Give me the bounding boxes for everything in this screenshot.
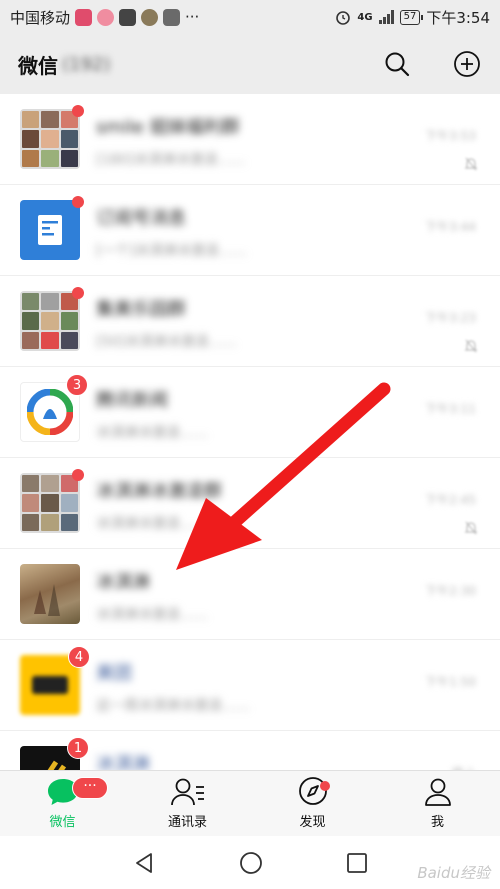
home-icon[interactable]	[239, 851, 263, 875]
chat-preview: 这一周冰淇淋冰激凌……	[96, 698, 250, 714]
header: 微信 (192)	[0, 34, 500, 94]
chat-preview: [180]冰淇淋冰激凌……	[96, 152, 246, 168]
tab-label: 通讯录	[167, 815, 207, 830]
chat-preview: 冰淇淋冰激凌……	[96, 425, 208, 441]
alarm-icon	[336, 11, 351, 25]
watermark: Baidu经验	[417, 864, 490, 882]
document-icon	[38, 215, 62, 245]
status-bar: 中国移动 ··· 4G 57 下午3:54	[0, 0, 500, 34]
discover-dot	[320, 781, 330, 791]
chat-list: smile 姐妹福利群 [180]冰淇淋冰激凌…… 下午3:53 订阅号消息 […	[0, 94, 500, 770]
chat-preview: 冰淇淋冰激凌……	[96, 516, 208, 532]
chat-time: 下午3:23	[425, 311, 476, 325]
chat-item[interactable]: 3 腾讯新闻 冰淇淋冰激凌…… 下午3:11	[0, 367, 500, 458]
tab-label: 发现	[299, 815, 326, 830]
page-subtitle: (192)	[62, 53, 111, 75]
tab-label: 微信	[49, 815, 76, 830]
search-button[interactable]	[382, 49, 412, 79]
recents-icon[interactable]	[346, 852, 368, 874]
search-icon	[385, 52, 410, 77]
unread-dot	[72, 469, 84, 481]
tab-label: 我	[430, 815, 444, 830]
add-button[interactable]	[452, 49, 482, 79]
news-avatar: 3	[20, 374, 88, 442]
mute-bell-icon	[464, 521, 478, 535]
chat-time: 下午3:11	[425, 402, 476, 416]
contact-avatar	[20, 564, 80, 624]
chat-time: 下午2:45	[425, 493, 476, 507]
chat-item[interactable]: 集美乐园群 [50]冰淇淋冰激凌…… 下午3:23	[0, 276, 500, 367]
chat-item[interactable]: 1 冰淇淋 晚上	[0, 731, 500, 770]
unread-dot	[72, 287, 84, 299]
chat-item[interactable]: 订阅号消息 [一个]冰淇淋冰激凌…… 下午3:44	[0, 185, 500, 276]
chat-preview: [50]冰淇淋冰激凌……	[96, 334, 237, 350]
chat-item[interactable]: 4 美团 这一周冰淇淋冰激凌…… 下午1:50	[0, 640, 500, 731]
back-icon[interactable]	[132, 851, 156, 875]
chat-time: 下午2:30	[425, 584, 476, 598]
mute-bell-icon	[464, 157, 478, 171]
app-notification-icon	[163, 8, 181, 26]
photo-scene-icon	[34, 584, 60, 616]
tab-chats[interactable]: ··· 微信	[0, 771, 125, 836]
group-avatar	[20, 287, 84, 351]
chat-item[interactable]: 冰淇淋 冰淇淋冰激凌…… 下午2:30	[0, 549, 500, 640]
group-avatar	[20, 469, 84, 533]
battery-icon: 57	[399, 9, 424, 25]
tab-discover[interactable]: 发现	[250, 771, 375, 836]
unread-count-badge: 3	[66, 374, 88, 396]
app-notification-icon	[75, 8, 93, 26]
system-nav-bar: Baidu经验	[0, 836, 500, 889]
unread-dot	[72, 105, 84, 117]
unread-count-badge: 1	[67, 737, 89, 759]
unread-more-badge: ···	[72, 777, 108, 799]
app-notification-icon	[97, 8, 115, 26]
contact-avatar: 1	[20, 737, 89, 770]
plus-circle-icon	[454, 51, 480, 77]
chat-name: 冰淇淋	[96, 754, 150, 770]
tab-contacts[interactable]: 通讯录	[125, 771, 250, 836]
chat-preview: 冰淇淋冰激凌……	[96, 607, 208, 623]
carrier-label: 中国移动	[10, 8, 71, 27]
tab-me[interactable]: 我	[375, 771, 500, 836]
stripe-logo-icon	[47, 760, 67, 770]
meituan-logo-icon	[32, 676, 68, 694]
signal-icon	[378, 10, 394, 24]
bottom-tab-bar: ··· 微信 通讯录 发现 我	[0, 770, 500, 836]
tencent-news-logo-icon	[27, 389, 73, 435]
page-title: 微信	[18, 53, 58, 78]
subscription-avatar	[20, 196, 84, 260]
compass-icon	[298, 777, 327, 805]
app-notification-icon	[141, 8, 159, 26]
person-icon	[424, 778, 451, 806]
contacts-icon	[170, 778, 204, 806]
chat-item[interactable]: 冰淇淋冰激凌群 冰淇淋冰激凌…… 下午2:45	[0, 458, 500, 549]
chat-preview: [一个]冰淇淋冰激凌……	[96, 243, 247, 259]
chat-time: 下午3:44	[425, 220, 476, 234]
unread-dot	[72, 196, 84, 208]
mute-bell-icon	[464, 339, 478, 353]
chat-time: 下午1:50	[425, 675, 476, 689]
clock-label: 下午3:54	[426, 8, 490, 27]
network-type-label: 4G	[357, 11, 373, 23]
chat-time: 下午3:53	[425, 129, 476, 143]
more-notifications-icon: ···	[185, 8, 200, 26]
app-notification-icon	[119, 8, 137, 26]
group-avatar	[20, 105, 84, 169]
unread-count-badge: 4	[68, 646, 90, 668]
chat-item[interactable]: smile 姐妹福利群 [180]冰淇淋冰激凌…… 下午3:53	[0, 94, 500, 185]
